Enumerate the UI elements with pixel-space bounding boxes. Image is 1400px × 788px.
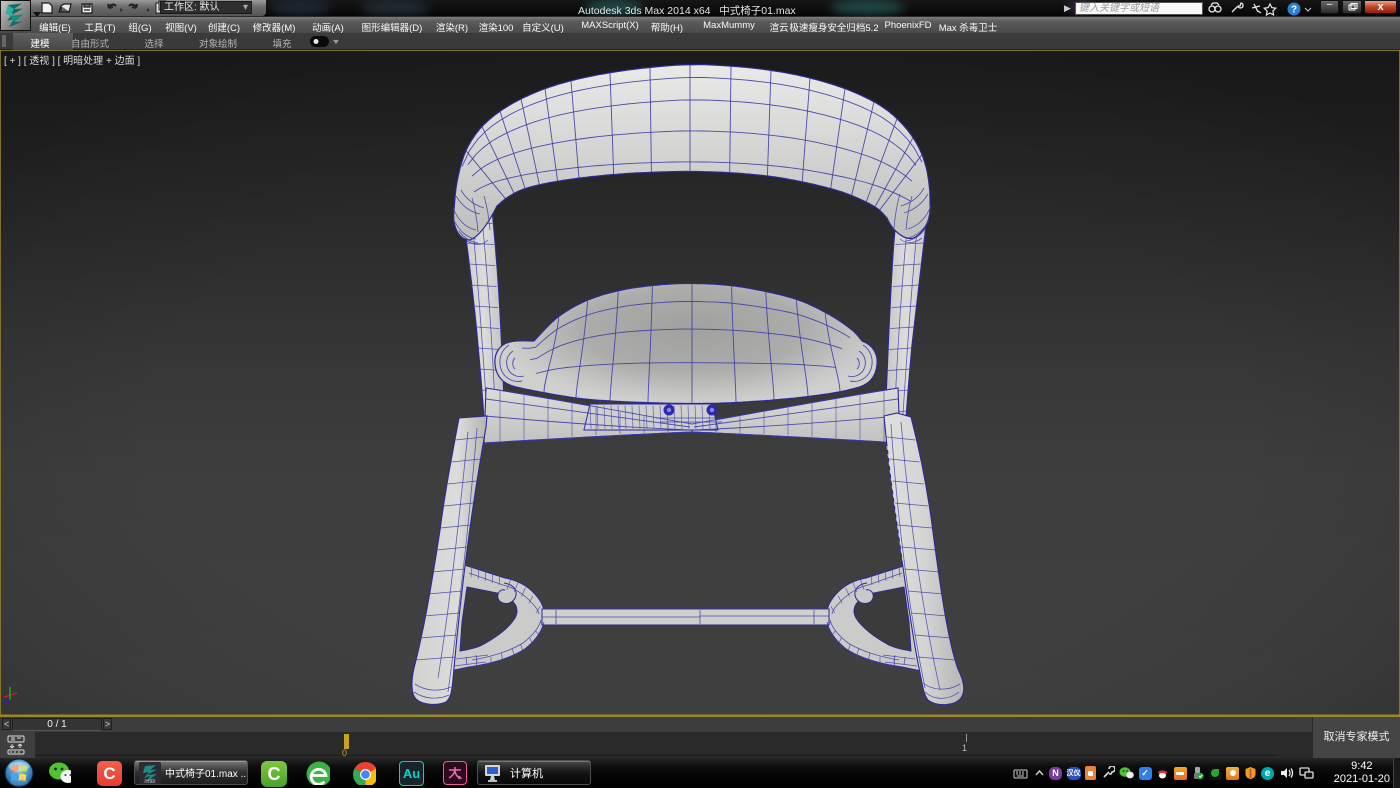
svg-text:max: max bbox=[144, 779, 155, 784]
svg-text:[ + ] [ 透视 ] [ 明暗处理 + 边面 ]: [ + ] [ 透视 ] [ 明暗处理 + 边面 ] bbox=[4, 54, 140, 67]
svg-text:?: ? bbox=[1291, 5, 1297, 16]
